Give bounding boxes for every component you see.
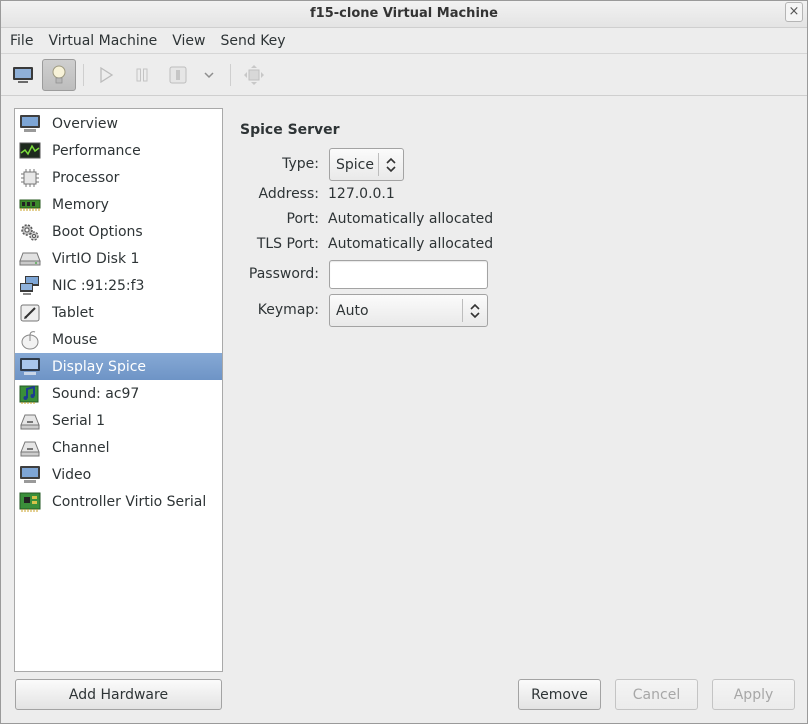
monitor-icon xyxy=(19,113,41,135)
run-button[interactable] xyxy=(89,59,123,91)
toolbar-separator xyxy=(83,64,84,86)
password-label: Password: xyxy=(248,266,319,282)
sidebar-item-label: Performance xyxy=(52,142,141,159)
menu-bar: File Virtual Machine View Send Key xyxy=(1,28,807,54)
shutdown-menu-button[interactable] xyxy=(193,59,225,91)
sidebar-item-label: Memory xyxy=(52,196,109,213)
sidebar-item-tablet[interactable]: Tablet xyxy=(15,299,222,326)
sidebar-item-label: Overview xyxy=(52,115,118,132)
sidebar-item-video[interactable]: Video xyxy=(15,461,222,488)
cancel-button[interactable]: Cancel xyxy=(615,679,698,710)
sidebar-item-controller[interactable]: Controller Virtio Serial xyxy=(15,488,222,515)
menu-virtual-machine[interactable]: Virtual Machine xyxy=(48,33,157,49)
hardware-list: Overview Performance Processor Memory Bo… xyxy=(14,108,223,672)
tablet-icon xyxy=(19,302,41,324)
title-bar: f15-clone Virtual Machine × xyxy=(1,1,807,28)
port-label: Port: xyxy=(286,211,319,227)
type-combo[interactable]: Spice xyxy=(329,148,404,181)
add-hardware-button[interactable]: Add Hardware xyxy=(15,679,222,710)
menu-file[interactable]: File xyxy=(10,33,33,49)
password-field[interactable] xyxy=(329,260,488,289)
fullscreen-icon xyxy=(244,65,264,85)
keymap-combo-value: Auto xyxy=(336,302,369,319)
details-view-button[interactable] xyxy=(42,59,76,91)
close-icon: × xyxy=(788,4,800,19)
sidebar-item-performance[interactable]: Performance xyxy=(15,137,222,164)
type-combo-value: Spice xyxy=(336,156,374,173)
sidebar-item-virtio-disk[interactable]: VirtIO Disk 1 xyxy=(15,245,222,272)
channel-icon xyxy=(19,437,41,459)
updown-arrows-icon xyxy=(379,157,403,173)
tls-port-value: Automatically allocated xyxy=(328,236,494,252)
performance-graph-icon xyxy=(19,140,41,162)
tls-port-label: TLS Port: xyxy=(256,236,319,252)
hard-disk-icon xyxy=(19,248,41,270)
remove-button[interactable]: Remove xyxy=(518,679,601,710)
sidebar-item-label: Controller Virtio Serial xyxy=(52,493,207,510)
mouse-icon xyxy=(19,329,41,351)
sidebar-item-sound[interactable]: Sound: ac97 xyxy=(15,380,222,407)
toolbar xyxy=(1,54,807,96)
updown-arrows-icon xyxy=(463,303,487,319)
sidebar-item-memory[interactable]: Memory xyxy=(15,191,222,218)
sidebar-item-label: Display Spice xyxy=(52,358,147,375)
keymap-combo[interactable]: Auto xyxy=(329,294,488,327)
sidebar-item-label: Processor xyxy=(52,169,120,186)
sidebar-item-label: Boot Options xyxy=(52,223,143,240)
apply-button[interactable]: Apply xyxy=(712,679,795,710)
sidebar-item-channel[interactable]: Channel xyxy=(15,434,222,461)
section-title: Spice Server xyxy=(240,122,340,138)
sidebar-item-overview[interactable]: Overview xyxy=(15,110,222,137)
address-label: Address: xyxy=(258,186,319,202)
sidebar-item-label: NIC :91:25:f3 xyxy=(52,277,145,294)
pause-button[interactable] xyxy=(125,59,159,91)
display-icon xyxy=(19,356,41,378)
serial-port-icon xyxy=(19,410,41,432)
play-icon xyxy=(100,67,114,83)
sidebar-item-label: Serial 1 xyxy=(52,412,105,429)
sidebar-item-processor[interactable]: Processor xyxy=(15,164,222,191)
fullscreen-button[interactable] xyxy=(237,59,271,91)
memory-ram-icon xyxy=(19,194,41,216)
sidebar-item-label: VirtIO Disk 1 xyxy=(52,250,140,267)
lightbulb-icon xyxy=(52,65,66,84)
pause-icon xyxy=(136,68,148,82)
sidebar-item-serial[interactable]: Serial 1 xyxy=(15,407,222,434)
chevron-down-icon xyxy=(204,72,214,79)
power-icon xyxy=(169,66,187,84)
shutdown-button[interactable] xyxy=(161,59,195,91)
window-title: f15-clone Virtual Machine xyxy=(310,6,498,21)
controller-icon xyxy=(19,491,41,513)
sidebar-item-label: Sound: ac97 xyxy=(52,385,140,402)
network-icon xyxy=(19,275,41,297)
sidebar-item-boot-options[interactable]: Boot Options xyxy=(15,218,222,245)
vm-details-window: f15-clone Virtual Machine × File Virtual… xyxy=(0,0,808,724)
toolbar-separator xyxy=(230,64,231,86)
sound-card-icon xyxy=(19,383,41,405)
gears-icon xyxy=(19,221,41,243)
menu-send-key[interactable]: Send Key xyxy=(220,33,285,49)
sidebar-item-mouse[interactable]: Mouse xyxy=(15,326,222,353)
address-value: 127.0.0.1 xyxy=(328,186,395,202)
sidebar-item-label: Mouse xyxy=(52,331,98,348)
keymap-label: Keymap: xyxy=(257,302,319,318)
port-value: Automatically allocated xyxy=(328,211,494,227)
video-icon xyxy=(19,464,41,486)
sidebar-item-nic[interactable]: NIC :91:25:f3 xyxy=(15,272,222,299)
menu-view[interactable]: View xyxy=(172,33,205,49)
sidebar-item-label: Tablet xyxy=(52,304,94,321)
cpu-chip-icon xyxy=(19,167,41,189)
type-label: Type: xyxy=(282,156,319,172)
monitor-icon xyxy=(13,67,33,83)
close-button[interactable]: × xyxy=(785,2,803,22)
sidebar-item-label: Channel xyxy=(52,439,110,456)
sidebar-item-display-spice[interactable]: Display Spice xyxy=(15,353,222,380)
sidebar-item-label: Video xyxy=(52,466,92,483)
console-view-button[interactable] xyxy=(6,59,40,91)
